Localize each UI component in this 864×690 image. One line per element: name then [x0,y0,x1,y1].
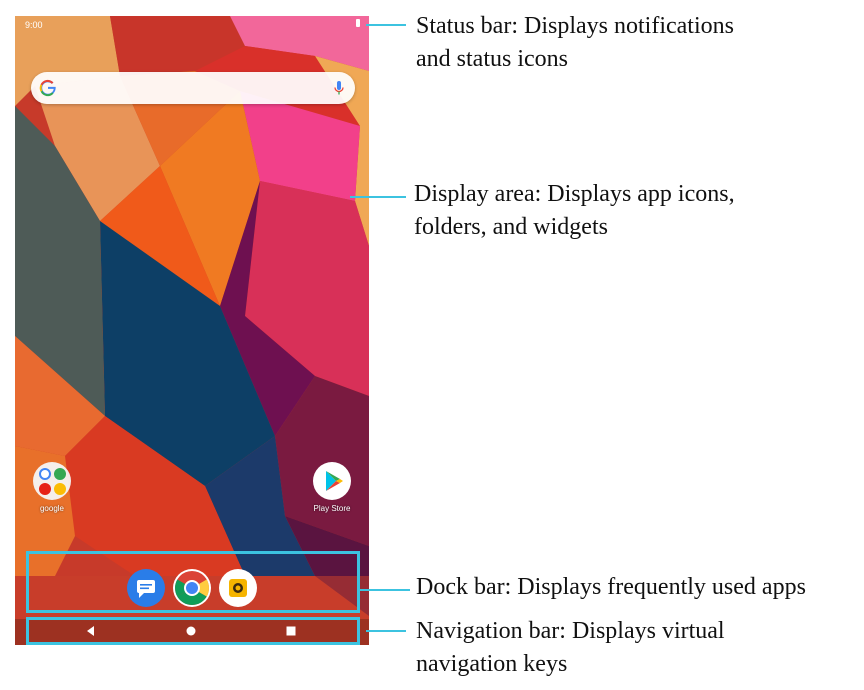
navigation-bar-annotation-line-1: Navigation bar: Displays virtual [416,618,725,644]
status-bar-annotation-line-2: and status icons [416,46,568,72]
navigation-bar-annotation: Navigation bar: Displays virtual navigat… [416,615,725,681]
status-bar-annotation: Status bar: Displays notifications and s… [416,10,734,76]
navigation-bar-annotation-line-2: navigation keys [416,651,568,677]
dock-bar-annotation: Dock bar: Displays frequently used apps [416,571,806,604]
display-area-annotation-line-1: Display area: Displays app icons, [414,181,735,207]
display-area-annotation: Display area: Displays app icons, folder… [414,178,735,244]
display-area-annotation-line-2: folders, and widgets [414,214,608,240]
dock-bar-annotation-line-1: Dock bar: Displays frequently used apps [416,574,806,600]
status-bar-annotation-line-1: Status bar: Displays notifications [416,13,734,39]
